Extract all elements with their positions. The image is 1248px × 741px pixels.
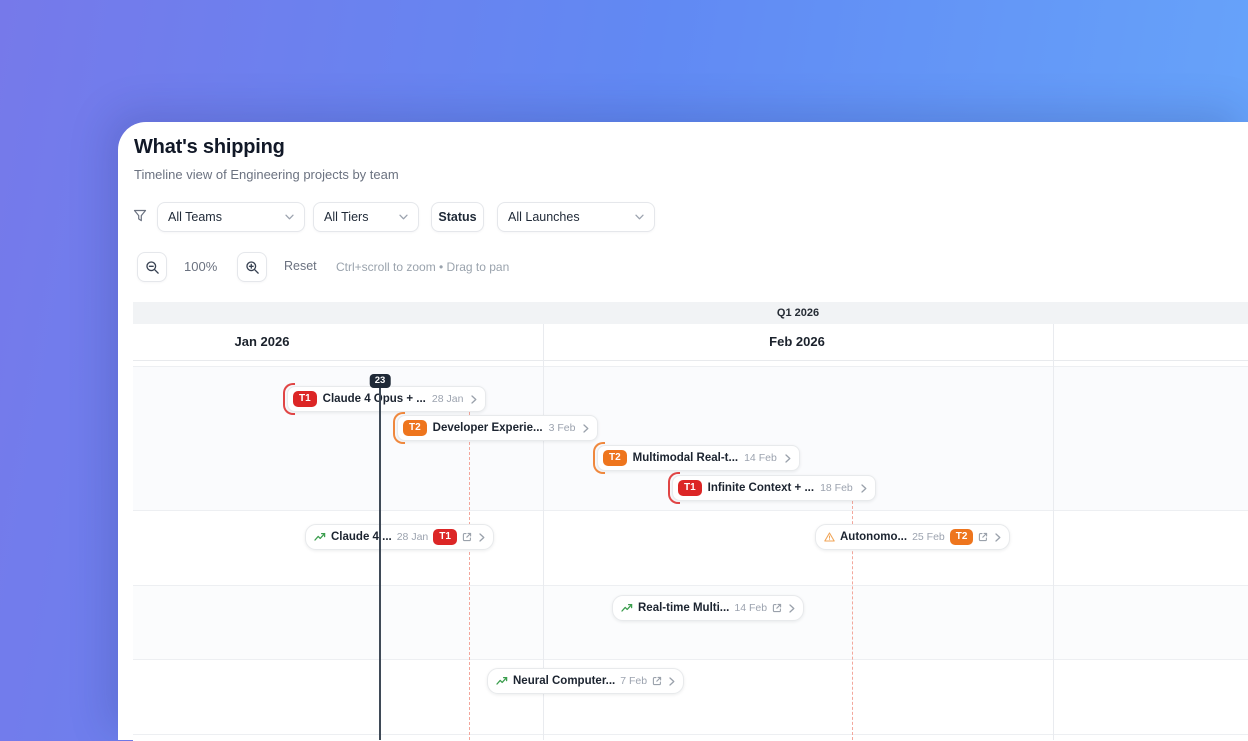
external-link-icon [462,532,472,542]
status-filter-label: Status [438,210,477,224]
chevron-right-icon [471,394,477,404]
launch-date: 25 Feb [912,531,945,543]
tier-badge: T2 [603,450,627,466]
tiers-filter-label: All Tiers [324,210,369,224]
tier-badge: T2 [403,420,427,436]
project-bar[interactable]: T2 Developer Experie... 3 Feb [393,412,599,444]
project-title: Infinite Context + ... [707,482,815,494]
project-title: Multimodal Real-t... [632,452,739,464]
project-date: 14 Feb [744,452,777,464]
deadline-dashed-line [469,412,470,740]
project-bar[interactable]: T1 Claude 4 Opus + ... 28 Jan [283,383,487,415]
project-date: 3 Feb [548,422,576,434]
external-link-icon [652,676,662,686]
quarter-header-bar [133,302,1248,324]
zoom-out-button[interactable] [137,252,167,282]
month-label-jan: Jan 2026 [234,334,290,349]
status-filter-button[interactable]: Status [431,202,484,232]
today-marker-badge: 23 [369,374,391,389]
launch-date: 28 Jan [396,531,429,543]
launch-pill[interactable]: Autonomo... 25 Feb T2 [815,524,1011,550]
launch-title: Claude 4 ... [331,531,392,543]
zoom-hint-text: Ctrl+scroll to zoom • Drag to pan [336,260,510,274]
chevron-down-icon [285,214,294,220]
tier-badge: T1 [293,391,317,407]
bar-start-arc [393,412,405,444]
chevron-right-icon [479,532,485,542]
launch-date: 14 Feb [734,602,768,614]
tier-badge: T2 [949,529,974,545]
warning-icon [824,532,835,542]
launches-filter-select[interactable]: All Launches [497,202,655,232]
project-bar[interactable]: T2 Multimodal Real-t... 14 Feb [593,442,800,474]
page-title: What's shipping [134,136,285,158]
month-label-feb: Feb 2026 [769,334,825,349]
launch-date: 7 Feb [620,675,648,687]
trend-up-icon [496,676,508,686]
launch-pill[interactable]: Claude 4 ... 28 Jan T1 [305,524,494,550]
tier-badge: T1 [433,529,457,545]
trend-up-icon [621,603,633,613]
bar-start-arc [668,472,680,504]
page-subtitle: Timeline view of Engineering projects by… [134,167,399,182]
zoom-in-icon [245,260,260,275]
bar-start-arc [283,383,295,415]
chevron-right-icon [789,603,795,613]
project-bar[interactable]: T1 Infinite Context + ... 18 Feb [668,472,876,504]
month-row-divider [133,360,1248,361]
external-link-icon [978,532,988,542]
filter-funnel-icon [133,209,147,223]
reset-zoom-button[interactable]: Reset [284,259,317,273]
bar-start-arc [593,442,605,474]
chevron-right-icon [785,453,791,463]
launch-pill[interactable]: Neural Computer... 7 Feb [487,668,685,694]
chevron-right-icon [861,483,867,493]
chevron-right-icon [669,676,675,686]
quarter-label: Q1 2026 [776,307,820,319]
timeline-row-launches-3 [133,659,1248,735]
whats-shipping-panel: What's shipping Timeline view of Enginee… [118,122,1248,741]
tiers-filter-select[interactable]: All Tiers [313,202,419,232]
teams-filter-label: All Teams [168,210,222,224]
external-link-icon [772,603,782,613]
project-date: 18 Feb [820,482,853,494]
month-gridline-mar [1053,324,1054,740]
launch-title: Neural Computer... [513,675,616,687]
trend-up-icon [314,532,326,542]
chevron-right-icon [583,423,589,433]
teams-filter-select[interactable]: All Teams [157,202,305,232]
chevron-right-icon [995,532,1001,542]
launch-title: Real-time Multi... [638,602,730,614]
zoom-in-button[interactable] [237,252,267,282]
zoom-out-icon [145,260,160,275]
today-marker-line [379,388,381,740]
timeline-row-launches-1 [133,510,1248,586]
zoom-level-value: 100% [184,259,218,274]
project-date: 28 Jan [431,393,464,405]
tier-badge: T1 [678,480,702,496]
chevron-down-icon [399,214,408,220]
launches-filter-label: All Launches [508,210,580,224]
project-title: Claude 4 Opus + ... [322,393,426,405]
launch-pill[interactable]: Real-time Multi... 14 Feb [612,595,805,621]
project-title: Developer Experie... [432,422,543,434]
launch-title: Autonomo... [840,531,908,543]
chevron-down-icon [635,214,644,220]
